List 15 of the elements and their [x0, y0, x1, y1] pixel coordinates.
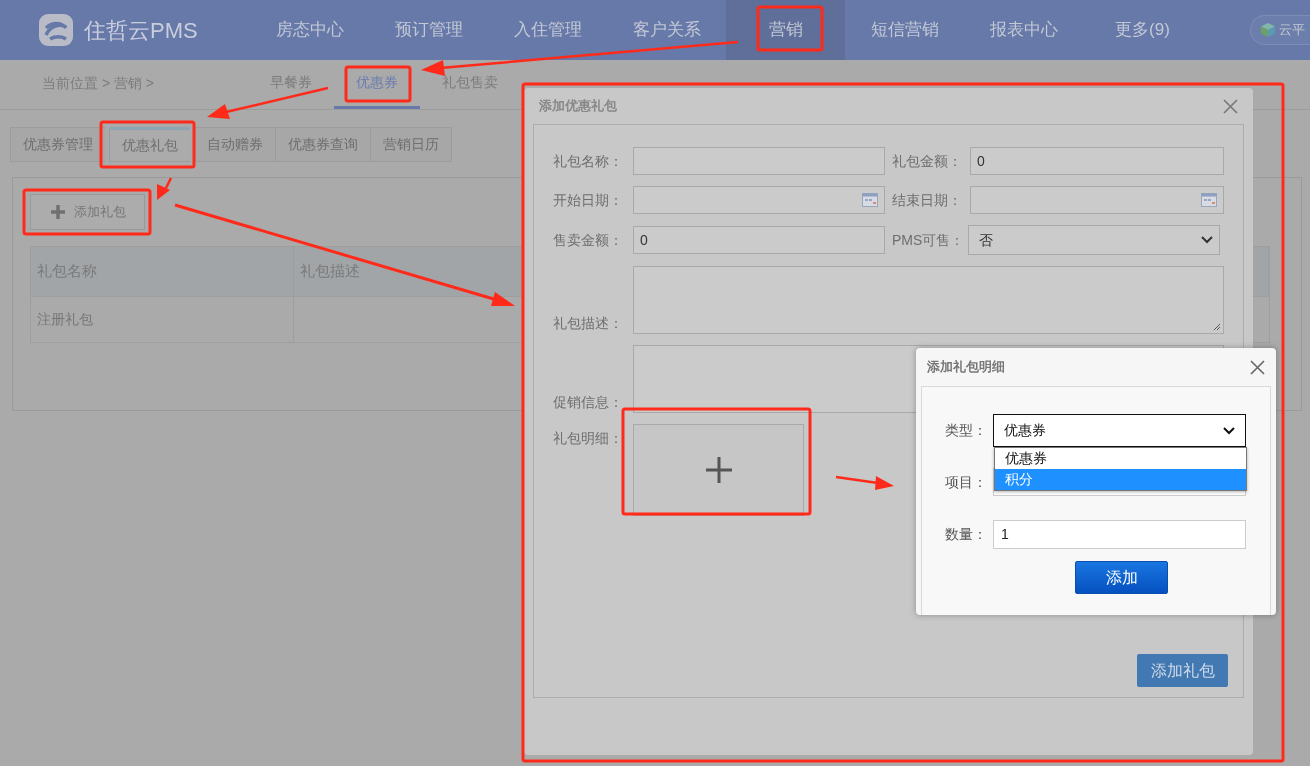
field-label: 礼包描述：: [552, 314, 624, 333]
logo-text: 住哲云PMS: [84, 16, 198, 45]
field-label: 礼包明细：: [552, 429, 624, 448]
field-label: 类型：: [945, 421, 988, 440]
dialog-title: 添加礼包明细: [927, 358, 1005, 377]
field-label: PMS可售：: [891, 230, 966, 250]
field-label: 项目：: [945, 472, 988, 492]
field-label: 结束日期：: [891, 190, 963, 210]
dialog-title: 添加优惠礼包: [539, 97, 617, 116]
field-label: 礼包名称：: [552, 151, 624, 171]
field-label: 礼包金额：: [891, 151, 963, 171]
field-label: 开始日期：: [552, 190, 624, 210]
field-label: 促销信息：: [552, 393, 624, 412]
field-label: 数量：: [945, 525, 988, 544]
field-label: 售卖金额：: [552, 230, 624, 250]
